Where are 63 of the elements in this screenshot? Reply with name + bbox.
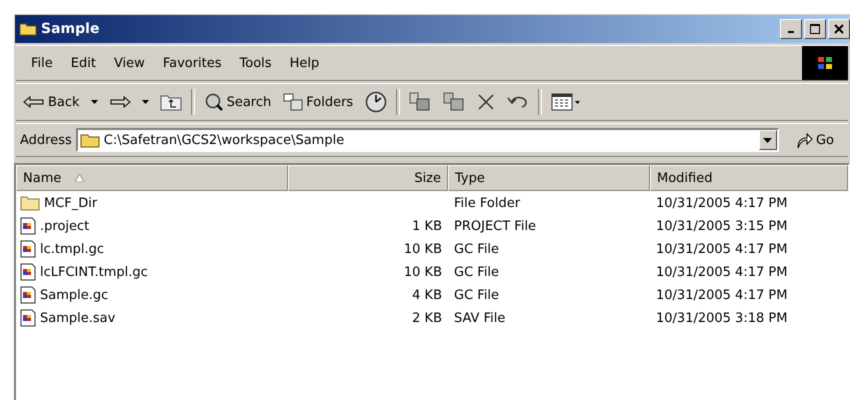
folders-icon: [283, 93, 304, 111]
folder-icon: [80, 132, 100, 148]
file-name-cell[interactable]: lcLFCINT.tmpl.gc: [16, 263, 288, 281]
folders-button[interactable]: Folders: [280, 91, 356, 113]
column-header[interactable]: Modified: [650, 165, 848, 191]
minimize-button[interactable]: [780, 19, 802, 39]
maximize-button[interactable]: [804, 19, 826, 39]
size-cell: 2 KB: [412, 310, 442, 326]
window-title: Sample: [41, 21, 100, 37]
document-icon: [20, 309, 36, 327]
menu-item[interactable]: Tools: [230, 56, 281, 70]
modified-cell: 10/31/2005 4:17 PM: [656, 264, 788, 280]
dropdown-button[interactable]: [758, 130, 777, 150]
close-button[interactable]: [828, 19, 850, 39]
folder-icon: [20, 195, 40, 211]
caret-icon: [763, 138, 772, 142]
type-cell: PROJECT File: [454, 218, 536, 234]
document-icon: [20, 263, 36, 281]
go-button[interactable]: Go: [782, 131, 848, 149]
column-header[interactable]: Name: [16, 165, 288, 191]
search-button[interactable]: Search: [200, 90, 274, 114]
menu-item[interactable]: File: [22, 56, 62, 70]
dropdown-arrow-icon[interactable]: [90, 100, 98, 104]
minimize-icon: [788, 31, 794, 33]
left-arrow-icon: [23, 96, 45, 108]
size-cell: 1 KB: [412, 218, 442, 234]
file-name-cell[interactable]: MCF_Dir: [16, 195, 288, 211]
modified-cell: 10/31/2005 4:17 PM: [656, 242, 788, 256]
document-icon: [20, 286, 36, 304]
windows-logo: [802, 46, 848, 80]
type-cell: SAV File: [454, 310, 506, 326]
file-name-cell[interactable]: .project: [16, 217, 288, 235]
dropdown-arrow-icon[interactable]: [142, 100, 149, 104]
close-icon: [834, 24, 844, 34]
menu-item[interactable]: Help: [280, 56, 328, 70]
column-header[interactable]: Type: [448, 165, 650, 191]
modified-cell: 10/31/2005 3:15 PM: [656, 218, 788, 234]
modified-cell: 10/31/2005 4:17 PM: [656, 196, 788, 210]
folder-icon: [19, 22, 37, 36]
menu-item[interactable]: Edit: [62, 56, 105, 70]
modified-cell: 10/31/2005 4:17 PM: [656, 288, 788, 302]
maximize-icon: [810, 24, 820, 34]
column-header[interactable]: Size: [288, 165, 448, 191]
file-name-cell[interactable]: Sample.gc: [16, 286, 288, 304]
size-cell: 4 KB: [412, 288, 442, 302]
type-cell: GC File: [454, 264, 500, 280]
menu-item[interactable]: View: [104, 56, 154, 70]
curved-arrow-icon: [794, 131, 813, 149]
document-icon: [20, 240, 36, 258]
address-field[interactable]: C:\Safetran\GCS2\workspace\Sample: [76, 128, 779, 152]
size-cell: 10 KB: [404, 242, 442, 256]
type-cell: GC File: [454, 242, 500, 256]
modified-cell: 10/31/2005 3:18 PM: [656, 310, 788, 326]
file-name-cell[interactable]: lc.tmpl.gc: [16, 240, 288, 258]
document-icon: [20, 217, 36, 235]
file-name-cell[interactable]: Sample.sav: [16, 309, 288, 327]
type-cell: GC File: [454, 288, 500, 302]
back-button[interactable]: Back: [20, 92, 83, 112]
type-cell: File Folder: [454, 196, 520, 210]
address-label: Address: [20, 132, 72, 148]
search-icon: [204, 92, 224, 112]
menu-item[interactable]: Favorites: [154, 56, 231, 70]
size-cell: 10 KB: [404, 264, 442, 280]
